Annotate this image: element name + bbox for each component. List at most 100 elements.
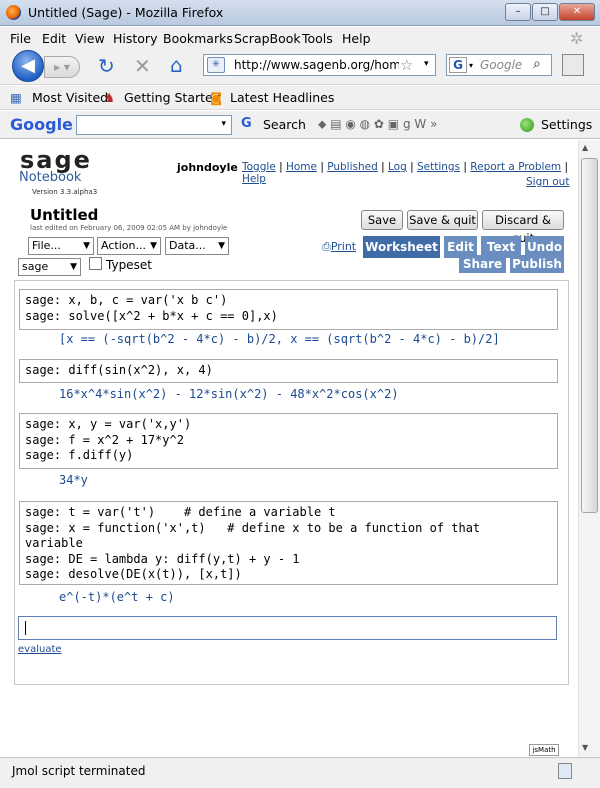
cell-input-1[interactable]: sage: x, b, c = var('x b c') sage: solve…: [19, 289, 558, 330]
action-select[interactable]: Action... ▼: [97, 237, 161, 255]
sign-out-wrap: Sign out: [526, 176, 569, 188]
window-titlebar: Untitled (Sage) - Mozilla Firefox – □ ✕: [0, 0, 600, 26]
throbber-icon: ✲: [570, 29, 584, 48]
stop-icon[interactable]: ✕: [134, 54, 151, 78]
vertical-scrollbar[interactable]: ▲ ▼: [578, 140, 600, 757]
menu-edit[interactable]: Edit: [42, 31, 66, 46]
menu-tools[interactable]: Tools: [302, 31, 333, 46]
toolbar-options-icon[interactable]: ⬥ ▤ ◉ ◍ ✿ ▣ g W »: [318, 117, 437, 132]
menu-scrapbook[interactable]: ScrapBook: [234, 31, 301, 46]
status-panel-icon: [558, 763, 572, 779]
tab-share[interactable]: Share: [459, 255, 506, 273]
system-select-label: sage: [22, 260, 49, 273]
help-link[interactable]: Help: [242, 173, 266, 185]
username: johndoyle: [177, 161, 238, 174]
search-placeholder: Google: [480, 58, 523, 72]
status-text: Jmol script terminated: [12, 764, 146, 778]
report-problem-link[interactable]: Report a Problem: [470, 161, 561, 173]
menu-bar: File Edit View History Bookmarks ScrapBo…: [0, 27, 600, 49]
url-bar[interactable]: ✳ http://www.sagenb.org/home ☆ ▾: [203, 54, 436, 76]
bookmark-getting-started[interactable]: Getting Started: [124, 90, 221, 105]
rss-icon: ◙: [210, 90, 223, 105]
action-select-label: Action...: [101, 239, 146, 252]
menu-bookmarks[interactable]: Bookmarks: [163, 31, 233, 46]
google-toolbar: Google ▾ G Search ⬥ ▤ ◉ ◍ ✿ ▣ g W » Sett…: [0, 111, 600, 139]
google-engine-icon[interactable]: G: [449, 57, 467, 73]
data-select[interactable]: Data... ▼: [165, 237, 229, 255]
chevron-down-icon[interactable]: ▾: [221, 119, 226, 129]
window-title: Untitled (Sage) - Mozilla Firefox: [28, 5, 224, 20]
cell-input-2[interactable]: sage: diff(sin(x^2), x, 4): [19, 359, 558, 383]
close-button[interactable]: ✕: [559, 3, 595, 21]
page-content: sage Notebook Version 3.3.alpha3 johndoy…: [0, 140, 578, 757]
getting-started-icon: ♞: [104, 90, 116, 105]
home-icon[interactable]: ⌂: [170, 53, 183, 77]
new-cell-input[interactable]: [18, 616, 557, 640]
discard-quit-button[interactable]: Discard & quit: [482, 210, 564, 245]
chevron-down-icon: ▼: [218, 241, 225, 251]
bookmark-most-visited[interactable]: Most Visited: [32, 90, 108, 105]
search-icon[interactable]: ⌕: [533, 56, 541, 72]
google-logo[interactable]: Google: [10, 115, 73, 134]
text-cursor: [25, 621, 26, 635]
sign-out-link[interactable]: Sign out: [526, 176, 569, 188]
scrollbar-thumb[interactable]: [581, 158, 598, 513]
print-link[interactable]: ⎙Print: [322, 240, 356, 254]
forward-button[interactable]: ▸ ▾: [44, 56, 80, 78]
star-icon[interactable]: ☆: [400, 56, 413, 74]
url-text[interactable]: http://www.sagenb.org/home: [234, 58, 399, 72]
chevron-down-icon: ▼: [150, 241, 157, 251]
cell-output-2: 16*x^4*sin(x^2) - 12*sin(x^2) - 48*x^2*c…: [59, 387, 399, 401]
typeset-checkbox[interactable]: [89, 257, 102, 270]
bookmarks-toolbar: ▦ Most Visited ♞ Getting Started ◙ Lates…: [0, 86, 600, 110]
google-settings-button[interactable]: Settings: [541, 117, 592, 132]
print-label: Print: [330, 240, 357, 253]
file-select-label: File...: [32, 239, 61, 252]
reload-icon[interactable]: ↻: [98, 54, 115, 78]
google-search-input[interactable]: ▾: [76, 115, 232, 135]
toggle-link[interactable]: Toggle: [242, 161, 276, 173]
url-dropdown-icon[interactable]: ▾: [424, 59, 429, 69]
cell-input-3[interactable]: sage: x, y = var('x,y') sage: f = x^2 + …: [19, 413, 558, 469]
chevron-down-icon: ▼: [83, 241, 90, 251]
log-link[interactable]: Log: [388, 161, 407, 173]
printer-icon: ⎙: [322, 240, 331, 253]
cell-output-3: 34*y: [59, 473, 88, 487]
notebook-label: Notebook: [19, 170, 82, 185]
typeset-label: Typeset: [106, 258, 152, 272]
published-link[interactable]: Published: [327, 161, 378, 173]
data-select-label: Data...: [169, 239, 206, 252]
maximize-button[interactable]: □: [532, 3, 558, 21]
menu-history[interactable]: History: [113, 31, 157, 46]
settings-link[interactable]: Settings: [417, 161, 460, 173]
cell-output-1: [x == (-sqrt(b^2 - 4*c) - b)/2, x == (sq…: [59, 332, 500, 346]
scroll-down-icon[interactable]: ▼: [582, 743, 588, 752]
back-button[interactable]: ◀: [12, 50, 44, 82]
cell-input-4[interactable]: sage: t = var('t') # define a variable t…: [19, 501, 558, 585]
menu-file[interactable]: File: [10, 31, 31, 46]
status-bar: Jmol script terminated: [0, 757, 600, 788]
scrapbook-icon[interactable]: [562, 54, 584, 76]
system-select[interactable]: sage ▼: [18, 258, 81, 276]
google-g-icon: G: [241, 116, 252, 131]
menu-view[interactable]: View: [75, 31, 105, 46]
save-quit-button[interactable]: Save & quit: [407, 210, 478, 230]
file-select[interactable]: File... ▼: [28, 237, 94, 255]
bookmark-latest-headlines[interactable]: Latest Headlines: [230, 90, 334, 105]
jsmath-button[interactable]: jsMath: [529, 744, 559, 756]
chevron-down-icon: ▼: [70, 262, 77, 272]
settings-status-icon: [520, 118, 534, 132]
menu-help[interactable]: Help: [342, 31, 371, 46]
engine-dropdown-icon[interactable]: ▾: [469, 61, 473, 70]
most-visited-icon: ▦: [10, 90, 22, 105]
tab-publish[interactable]: Publish: [510, 255, 564, 273]
evaluate-link[interactable]: evaluate: [18, 644, 62, 655]
save-button[interactable]: Save: [361, 210, 403, 230]
worksheet-title[interactable]: Untitled: [30, 206, 98, 224]
google-search-button[interactable]: Search: [263, 117, 306, 132]
home-link[interactable]: Home: [286, 161, 317, 173]
tab-worksheet[interactable]: Worksheet: [363, 236, 440, 258]
search-box[interactable]: G ▾ Google ⌕: [446, 54, 552, 76]
minimize-button[interactable]: –: [505, 3, 531, 21]
scroll-up-icon[interactable]: ▲: [582, 143, 588, 152]
